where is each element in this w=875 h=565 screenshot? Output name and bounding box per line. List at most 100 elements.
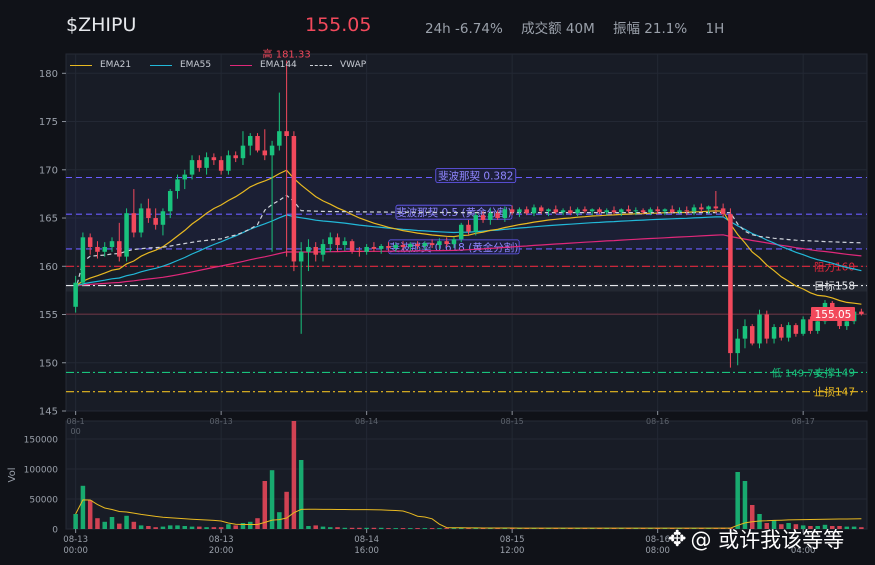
price-annotation: 低 149.74 [772, 366, 820, 379]
y-tick-label: 145 [39, 407, 58, 418]
candle-body [167, 191, 173, 212]
candle-body [371, 246, 377, 249]
candle-body [160, 211, 166, 225]
volume-bar [117, 523, 122, 529]
x-tick-label: 16:00 [354, 546, 379, 556]
volume-bar [386, 528, 391, 529]
candle-body [182, 174, 188, 180]
price-x-tick-label: 08-16 [646, 417, 669, 426]
volume-bar [87, 500, 93, 529]
candle-body [313, 246, 318, 255]
candle-body [568, 210, 573, 214]
volume-bar [364, 527, 369, 529]
candle-body [749, 326, 755, 344]
volume-tick-label: 100000 [24, 466, 59, 476]
legend-swatch [70, 64, 92, 66]
candle-body [328, 237, 333, 245]
candle-body [386, 246, 391, 248]
candle-body [73, 282, 78, 307]
volume-bar [211, 527, 217, 529]
candle-body [335, 237, 340, 246]
legend-item-ema55[interactable]: EMA55 [150, 60, 230, 70]
level-label: 阻力160 [814, 260, 855, 273]
candle-body [451, 239, 457, 245]
legend-item-ema144[interactable]: EMA144 [230, 60, 310, 70]
last-price-label: 155.05 [815, 309, 852, 321]
volume-bar [335, 527, 340, 529]
candle-body [255, 136, 260, 151]
volume-bar [859, 527, 864, 529]
candle [800, 316, 806, 336]
candle-body [589, 209, 595, 212]
legend-item-vwap[interactable]: VWAP [310, 60, 390, 70]
candle-body [138, 208, 144, 233]
legend-label: EMA21 [100, 60, 132, 70]
candle-body [655, 209, 660, 212]
volume-bar [175, 525, 180, 529]
candle-body [175, 179, 180, 192]
candle-body [466, 224, 471, 232]
candle [764, 310, 770, 344]
weibo-camera-icon: ✥ [668, 526, 687, 552]
candle-body [87, 237, 93, 247]
candle-body [306, 246, 311, 252]
candle-body [509, 209, 515, 213]
candle-body [204, 157, 209, 168]
candle-body [320, 244, 326, 255]
volume-bar [851, 526, 857, 529]
candle-body [291, 136, 297, 262]
y-tick-label: 155 [39, 310, 58, 321]
volume-tick-label: 0 [52, 526, 58, 536]
volume-bar [131, 521, 137, 529]
volume-bar [378, 527, 384, 529]
volume-bar [247, 521, 253, 529]
y-tick-label: 170 [39, 165, 58, 176]
candle-body [189, 160, 195, 175]
volume-bar [102, 521, 107, 529]
candle-body [699, 207, 704, 210]
volume-bar [160, 526, 166, 529]
watermark-text: @ 或许我该等等 [690, 528, 845, 552]
price-chart: 145 150 155 160 165 170 175 180 0 50000 100000 1500… [7, 47, 868, 556]
volume-bar [182, 526, 188, 529]
level-label: 斐波那契 0.382 [438, 170, 513, 183]
candle-body [793, 325, 799, 334]
legend-label: VWAP [340, 60, 367, 70]
volume-bar [73, 514, 78, 529]
candle-body [706, 206, 711, 210]
candle-body [247, 136, 253, 146]
volume-bar [167, 525, 173, 529]
candle-body [517, 209, 522, 213]
price-x-tick-label: 08-1 [67, 417, 85, 426]
legend-swatch [230, 64, 252, 66]
candle-body [211, 157, 217, 161]
candle-body [458, 224, 464, 240]
x-tick-label: 20:00 [209, 546, 234, 556]
candle-body [771, 327, 777, 339]
volume-bar [313, 525, 318, 529]
legend-item-ema21[interactable]: EMA21 [70, 60, 150, 70]
watermark: ✥ @ 或许我该等等 [668, 524, 844, 554]
candle-body [720, 208, 726, 215]
candle [757, 309, 762, 349]
volume-bar [349, 527, 355, 529]
volume-bar [298, 460, 304, 529]
candle-body [262, 150, 268, 156]
y-tick-label: 180 [39, 69, 58, 80]
candle-body [815, 321, 820, 331]
candle-body [619, 209, 624, 213]
volume-bar [306, 526, 311, 529]
candle-body [146, 208, 151, 219]
volume-bar [284, 491, 289, 529]
candle-body [218, 160, 224, 171]
legend-label: EMA55 [180, 60, 212, 70]
volume-bar [277, 512, 282, 529]
candle-body [531, 207, 537, 214]
volume-tick-label: 50000 [29, 496, 58, 506]
price-x-tick-label: 08-14 [355, 417, 378, 426]
candle-body [648, 209, 653, 213]
candle [728, 208, 733, 368]
candle-body [277, 131, 282, 146]
candle-body [611, 210, 617, 213]
candle-body [757, 314, 762, 344]
